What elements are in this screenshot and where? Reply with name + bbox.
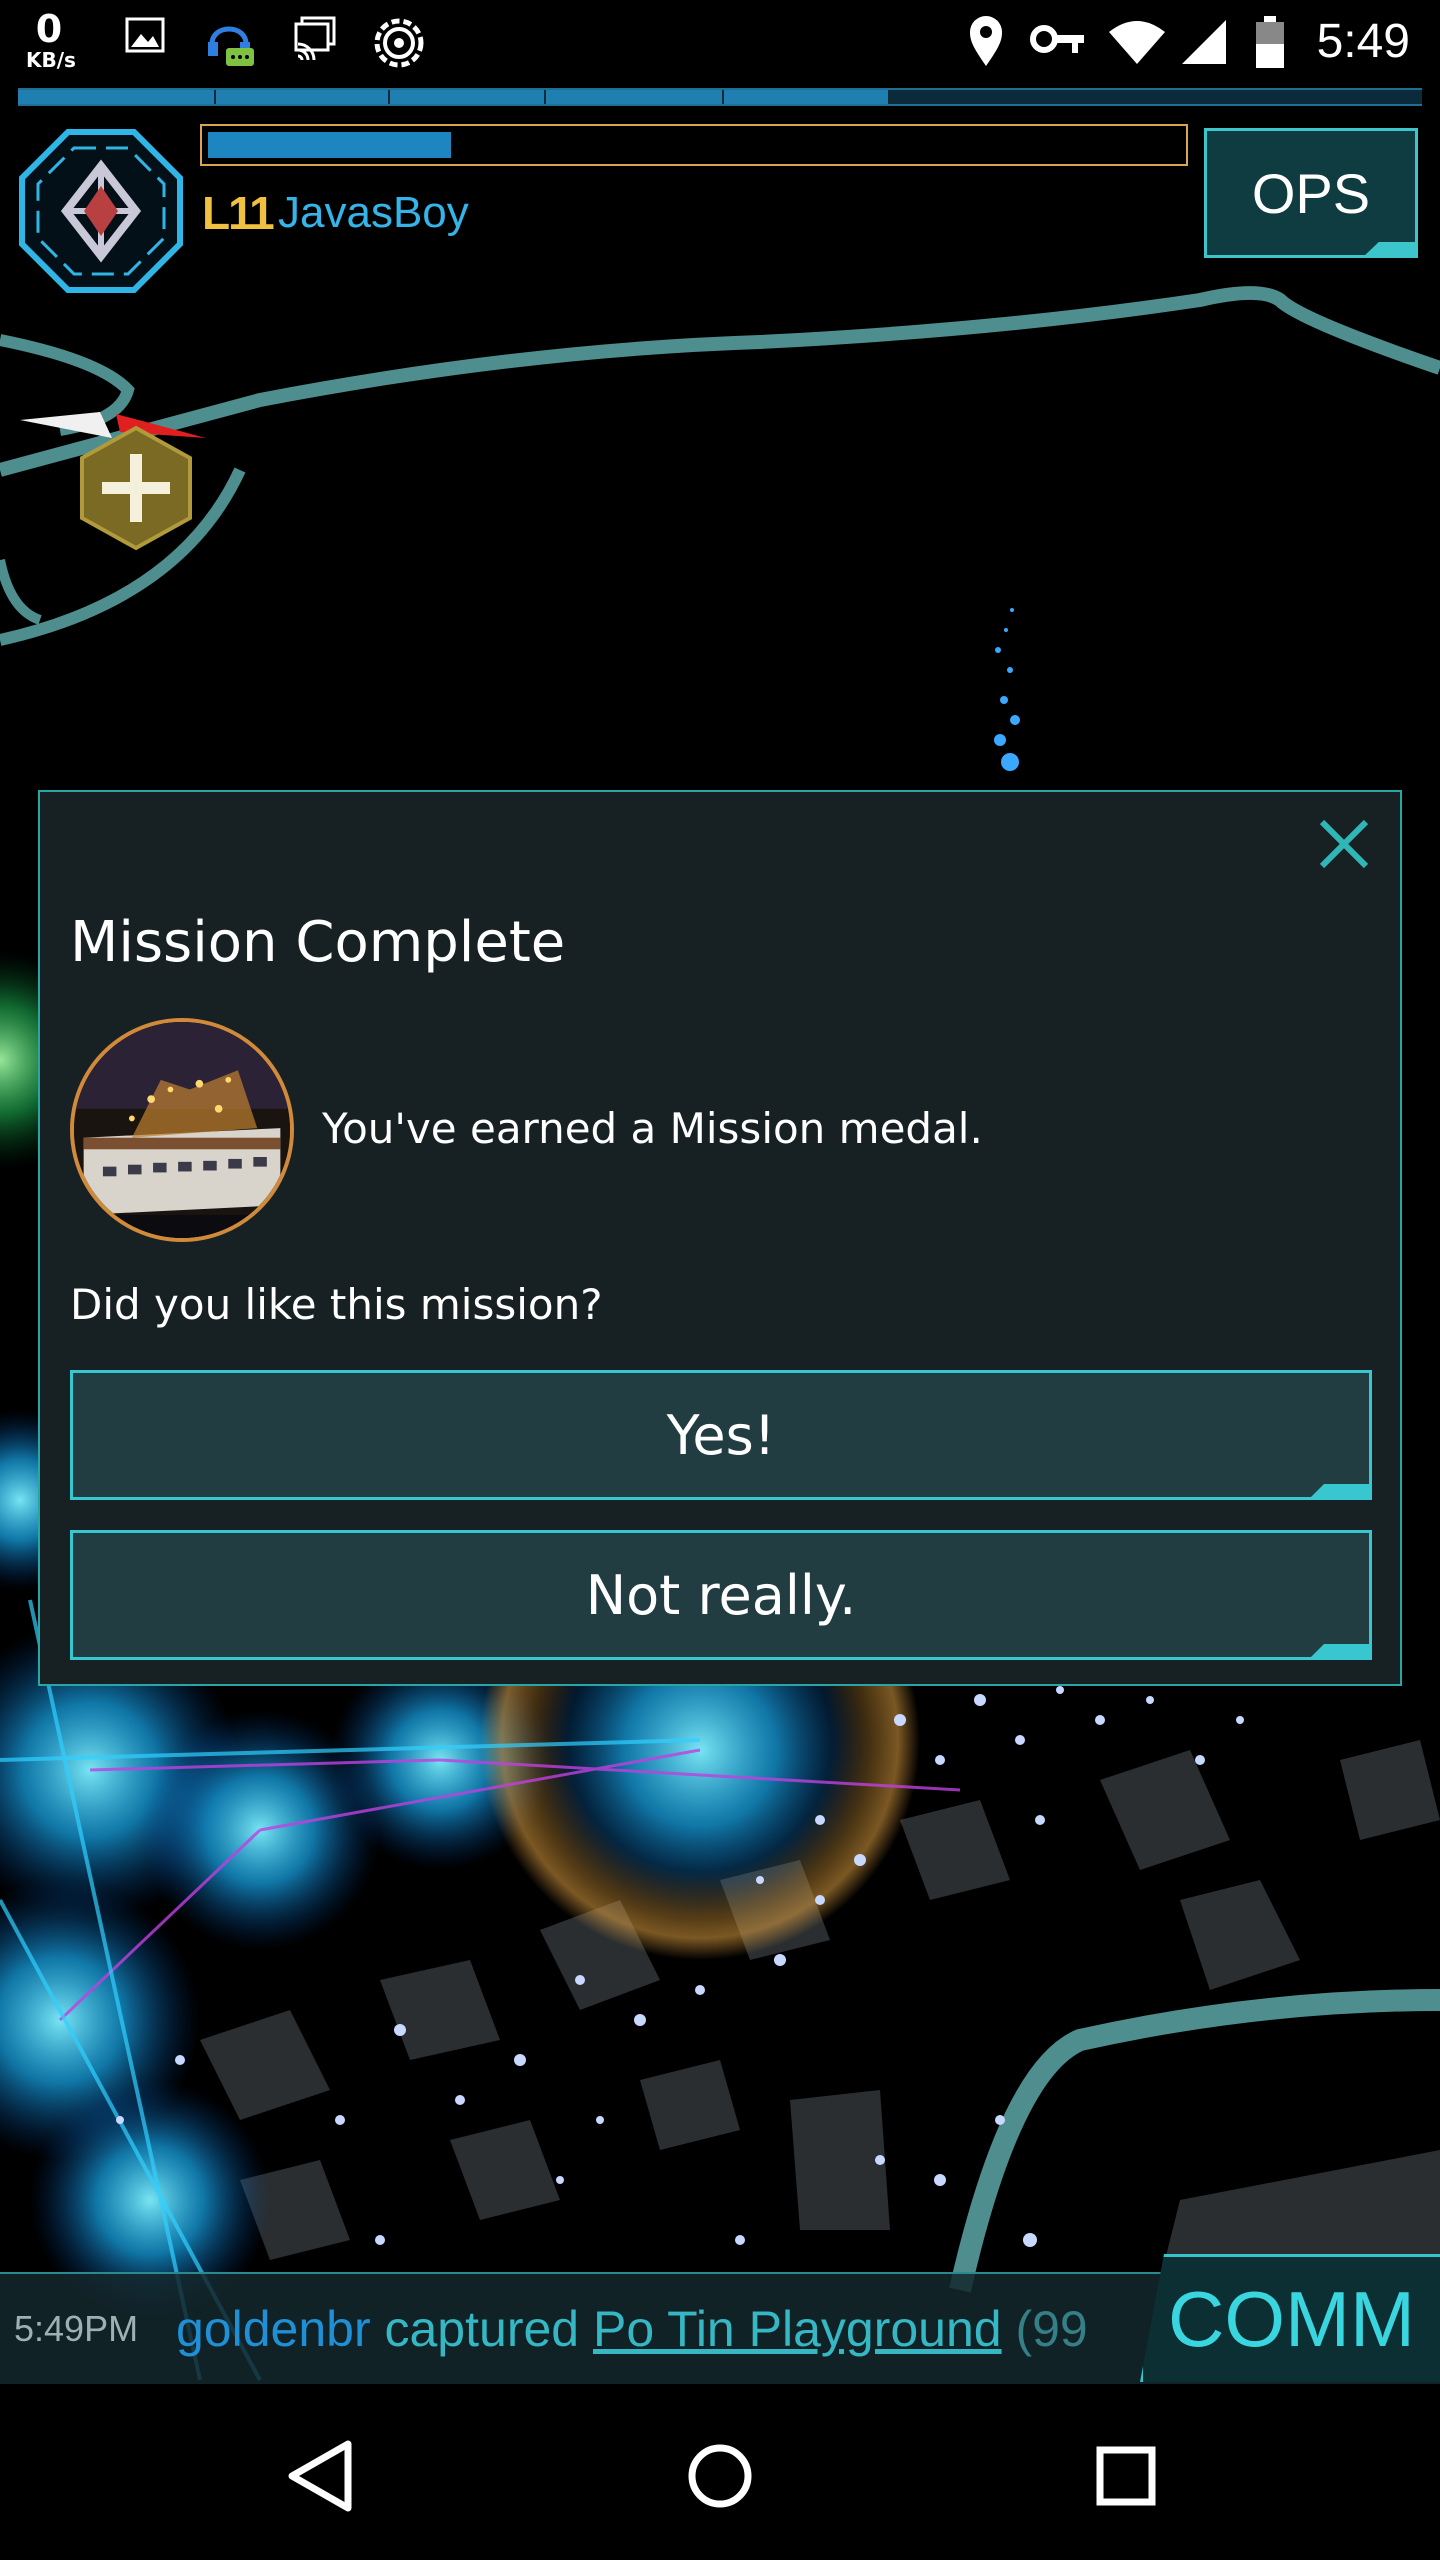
agent-faction-icon[interactable]: [16, 126, 186, 296]
medal-earned-text: You've earned a Mission medal.: [322, 1104, 983, 1153]
comm-player-name[interactable]: goldenbr: [176, 2301, 371, 2357]
recents-icon[interactable]: [1076, 2426, 1176, 2526]
top-progress-fill: [18, 90, 889, 104]
network-speed-unit: KB/s: [26, 48, 76, 72]
signal-icon: [1182, 20, 1226, 64]
top-progress-segment: [544, 90, 546, 104]
comm-portal-link[interactable]: Po Tin Playground: [593, 2301, 1002, 2357]
yes-button-label: Yes!: [666, 1403, 776, 1467]
agent-xp-bar: [200, 124, 1188, 166]
ops-button[interactable]: OPS: [1204, 128, 1418, 258]
battery-icon: [1256, 16, 1284, 68]
agent-name[interactable]: JavasBoy: [278, 188, 469, 238]
comm-truncated-text: (99: [1001, 2301, 1088, 2357]
status-bar: 0 KB/s 5:49: [0, 0, 1440, 86]
map-road: [0, 558, 42, 625]
agent-xp-fill: [208, 132, 451, 158]
button-corner: [1308, 1644, 1372, 1660]
not-really-button-label: Not really.: [585, 1563, 857, 1627]
ops-button-label: OPS: [1251, 161, 1371, 225]
vpn-key-icon: [1030, 25, 1084, 53]
top-progress-segment: [1250, 90, 1252, 104]
yes-button[interactable]: Yes!: [70, 1370, 1372, 1500]
top-progress-segment: [388, 90, 390, 104]
portal-plus-icon[interactable]: [78, 424, 194, 552]
system-nav-bar: [0, 2386, 1440, 2560]
mission-complete-dialog: Mission Complete You've earned a Mission…: [38, 790, 1402, 1686]
top-progress-segment: [898, 90, 900, 104]
status-time: 5:49: [1316, 15, 1410, 68]
top-progress-track: [18, 88, 1422, 106]
network-speed-value: 0: [35, 7, 63, 51]
comm-message: goldenbr captured Po Tin Playground (99: [176, 2300, 1146, 2358]
comm-button-label: COMM: [1168, 2275, 1415, 2363]
cast-icon: [294, 16, 336, 61]
top-progress-segment: [214, 90, 216, 104]
close-icon[interactable]: [1314, 814, 1374, 874]
dialog-title: Mission Complete: [70, 910, 566, 975]
back-icon[interactable]: [268, 2426, 368, 2526]
headset-chat-icon: [208, 26, 254, 66]
comm-action-text: captured: [370, 2301, 593, 2357]
feedback-question: Did you like this mission?: [70, 1280, 603, 1329]
comm-time: 5:49PM: [14, 2308, 139, 2349]
network-speed: 0 KB/s: [26, 7, 76, 72]
image-icon: [125, 17, 165, 53]
location-icon: [970, 16, 1002, 66]
mission-medal-image: [70, 1018, 294, 1242]
ops-button-corner: [1362, 242, 1418, 258]
top-progress-segment: [1074, 90, 1076, 104]
xm-particles: [994, 608, 1020, 771]
comm-button[interactable]: COMM: [1140, 2254, 1440, 2382]
top-progress-segment: [722, 90, 724, 104]
not-really-button[interactable]: Not really.: [70, 1530, 1372, 1660]
settings-gear-icon: [374, 18, 424, 68]
wifi-icon: [1109, 21, 1165, 64]
home-icon[interactable]: [670, 2426, 770, 2526]
button-corner: [1308, 1484, 1372, 1500]
agent-level: L11: [202, 187, 275, 239]
